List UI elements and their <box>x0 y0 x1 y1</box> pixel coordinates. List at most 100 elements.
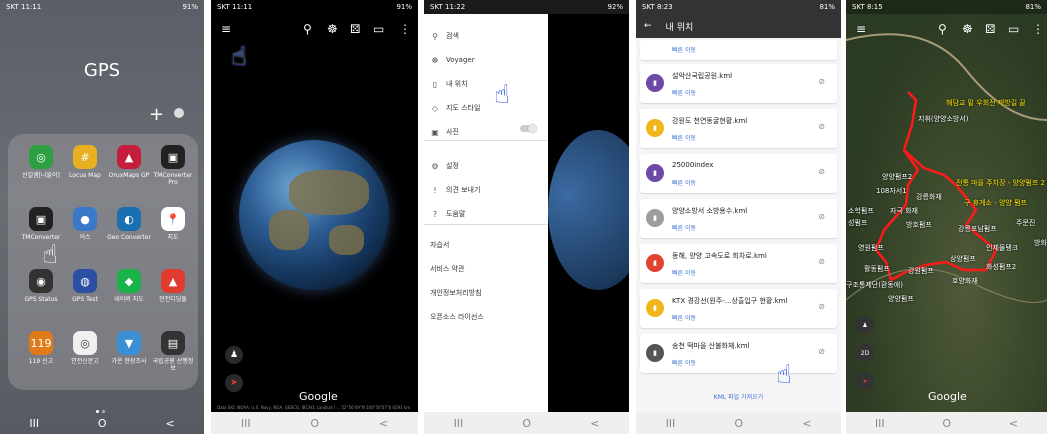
back-button[interactable]: < <box>379 417 388 430</box>
search-icon[interactable]: ⚲ <box>303 22 312 36</box>
back-button[interactable]: < <box>590 417 599 430</box>
app-icon-tile[interactable]: ▣ TMConverter <box>18 207 64 241</box>
drawer-link[interactable]: 자습서 <box>430 240 449 250</box>
menu-icon[interactable]: ≡ <box>856 22 866 36</box>
fly-to-link[interactable]: 빠른 이동 <box>672 133 696 142</box>
app-icon-tile[interactable]: # Locus Map <box>62 145 108 179</box>
more-icon[interactable]: ⋮ <box>399 22 411 36</box>
recent-apps-button[interactable]: III <box>29 417 39 430</box>
app-icon-tile[interactable]: ◐ Geo Converter <box>106 207 152 241</box>
pointing-hand-icon: ☝ <box>776 360 792 390</box>
recent-apps-button[interactable]: III <box>875 417 885 430</box>
photos-toggle[interactable] <box>520 124 537 133</box>
app-icon-tile[interactable]: ◉ GPS Status <box>18 269 64 303</box>
status-time: SKT 11:11 <box>6 3 42 11</box>
app-icon: ◎ <box>29 145 53 169</box>
kml-item-card[interactable]: ▮ 양양소방서 소방용수.kml 빠른 이동 ⊘ <box>640 199 837 238</box>
app-icon: # <box>73 145 97 169</box>
kml-item-card[interactable]: ▮ 강원도 천연동굴현황.kml 빠른 이동 ⊘ <box>640 109 837 148</box>
kml-item-card[interactable]: ▮ 설악산국립공원.kml 빠른 이동 ⊘ <box>640 64 837 103</box>
globe[interactable] <box>239 140 389 290</box>
drawer-item[interactable]: ▯ 내 위치 <box>424 74 548 94</box>
folder-color-button[interactable] <box>174 108 184 118</box>
drawer-item[interactable]: ☸ Voyager <box>424 50 548 70</box>
more-icon[interactable]: ⋮ <box>1032 22 1044 36</box>
drawer-item[interactable]: ! 의견 보내기 <box>424 180 548 200</box>
2d-toggle-button[interactable]: 2D <box>856 344 874 362</box>
recent-apps-button[interactable]: III <box>241 417 251 430</box>
app-icon-tile[interactable]: 119 119 신고 <box>18 331 64 365</box>
fly-to-link[interactable]: 빠른 이동 <box>672 358 696 367</box>
app-icon-tile[interactable]: 📍 지도 <box>150 207 196 241</box>
app-label: 네이버 지도 <box>114 296 144 303</box>
kml-item-card[interactable]: ▮ 동해, 양양 고속도로 회차로.kml 빠른 이동 ⊘ <box>640 244 837 283</box>
fly-to-link[interactable]: 빠른 이동 <box>672 223 696 232</box>
app-icon-tile[interactable]: ● 어스 <box>62 207 108 241</box>
fly-to-link[interactable]: 빠른 이동 <box>672 268 696 277</box>
dice-icon[interactable]: ⚄ <box>350 22 360 36</box>
app-icon-tile[interactable]: ◍ GPS Test <box>62 269 108 303</box>
drawer-item[interactable]: ⚲ 검색 <box>424 26 548 46</box>
home-button[interactable]: O <box>522 417 531 430</box>
drawer-item-label: 내 위치 <box>446 80 468 88</box>
drawer-item-icon: ▣ <box>431 127 439 137</box>
kml-item-card[interactable]: ▮ 25000index 빠른 이동 ⊘ <box>640 154 837 193</box>
drawer-item-icon: ! <box>433 185 437 195</box>
back-button[interactable]: < <box>1009 417 1018 430</box>
app-icon-tile[interactable]: ◎ 안전신문고 <box>62 331 108 365</box>
drawer-item[interactable]: ? 도움말 <box>424 204 548 224</box>
drawer-item[interactable]: ⚙ 설정 <box>424 156 548 176</box>
person-button[interactable]: ♟ <box>856 316 874 334</box>
import-kml-button[interactable]: KML 파일 가져오기 <box>636 392 841 401</box>
app-icon-tile[interactable]: ▤ 국립공원 산행정보 <box>150 331 196 372</box>
kml-item-card[interactable]: ▮ KTX 경강선(원주-...상출입구 현황.kml 빠른 이동 ⊘ <box>640 289 837 328</box>
visibility-toggle-icon[interactable]: ⊘ <box>818 212 825 221</box>
recent-apps-button[interactable]: III <box>666 417 676 430</box>
app-icon-tile[interactable]: ▲ 안전디딤돌 <box>150 269 196 303</box>
home-button[interactable]: O <box>310 417 319 430</box>
kml-item-card[interactable]: ▮ 송천 떡마을 산불화재.kml 빠른 이동 ⊘ <box>640 334 837 373</box>
search-icon[interactable]: ⚲ <box>938 22 947 36</box>
fly-to-link[interactable]: 빠른 이동 <box>672 178 696 187</box>
status-battery: 91% <box>182 3 198 11</box>
recent-apps-button[interactable]: III <box>454 417 464 430</box>
app-icon-tile[interactable]: ▼ 가온 현장조사 <box>106 331 152 365</box>
compass-button[interactable]: ➤ <box>856 372 874 390</box>
app-icon-tile[interactable]: ▣ TMConverter Pro <box>150 145 196 186</box>
drawer-link[interactable]: 개인정보처리방침 <box>430 288 482 298</box>
visibility-toggle-icon[interactable]: ⊘ <box>818 167 825 176</box>
visibility-toggle-icon[interactable]: ⊘ <box>818 302 825 311</box>
back-arrow-icon[interactable]: ← <box>644 21 652 31</box>
drawer-link[interactable]: 오픈소스 라이선스 <box>430 312 484 322</box>
visibility-toggle-icon[interactable]: ⊘ <box>818 257 825 266</box>
home-button[interactable]: O <box>98 417 107 430</box>
app-icon-tile[interactable]: ◆ 네이버 지도 <box>106 269 152 303</box>
back-button[interactable]: < <box>802 417 811 430</box>
app-label: 119 신고 <box>28 358 54 365</box>
dice-icon[interactable]: ⚄ <box>985 22 995 36</box>
back-button[interactable]: < <box>165 417 174 430</box>
ruler-icon[interactable]: ▭ <box>1008 22 1019 36</box>
ruler-icon[interactable]: ▭ <box>373 22 384 36</box>
kml-item-card[interactable]: 빠른 이동 <box>640 40 837 60</box>
voyager-icon[interactable]: ☸ <box>962 22 973 36</box>
visibility-toggle-icon[interactable]: ⊘ <box>818 77 825 86</box>
app-icon-tile[interactable]: ▲ OruxMaps GP <box>106 145 152 179</box>
app-icon: ◉ <box>29 269 53 293</box>
add-app-button[interactable]: + <box>149 104 164 125</box>
compass-button[interactable]: ➤ <box>225 374 243 392</box>
drawer-link[interactable]: 서비스 약관 <box>430 264 464 274</box>
menu-icon[interactable]: ≡ <box>221 22 231 36</box>
landmass <box>269 210 309 250</box>
app-icon-tile[interactable]: ◎ 산길샘[나들이] <box>18 145 64 179</box>
home-button[interactable]: O <box>942 417 951 430</box>
fly-to-link[interactable]: 빠른 이동 <box>672 88 696 97</box>
person-button[interactable]: ♟ <box>225 346 243 364</box>
visibility-toggle-icon[interactable]: ⊘ <box>818 347 825 356</box>
home-button[interactable]: O <box>734 417 743 430</box>
fly-to-link[interactable]: 빠른 이동 <box>672 45 696 54</box>
fly-to-link[interactable]: 빠른 이동 <box>672 313 696 322</box>
visibility-toggle-icon[interactable]: ⊘ <box>818 122 825 131</box>
voyager-icon[interactable]: ☸ <box>327 22 338 36</box>
drawer-item[interactable]: ◇ 지도 스타일 <box>424 98 548 118</box>
